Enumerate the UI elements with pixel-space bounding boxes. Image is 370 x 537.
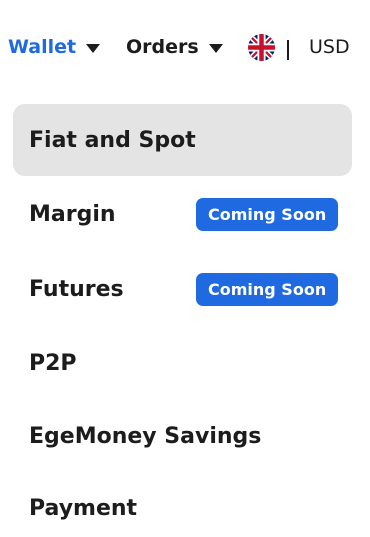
menu-item-fiat-and-spot[interactable]: Fiat and Spot (13, 104, 352, 176)
chevron-down-icon (86, 43, 101, 53)
menu-item-egemoney-savings[interactable]: EgeMoney Savings (13, 400, 352, 472)
chevron-down-icon (208, 43, 223, 53)
wallet-dropdown[interactable]: Wallet (8, 30, 101, 64)
wallet-menu-page: Wallet Orders USD Fiat and Spot Margin C… (0, 0, 370, 537)
wallet-label: Wallet (8, 36, 77, 58)
menu-item-payment[interactable]: Payment (13, 472, 352, 537)
menu-item-margin[interactable]: Margin Coming Soon (13, 178, 352, 250)
coming-soon-badge: Coming Soon (196, 197, 339, 231)
menu-item-label: Payment (29, 495, 138, 521)
menu-item-label: P2P (29, 350, 77, 376)
uk-flag-graphic (248, 34, 275, 61)
menu-item-futures[interactable]: Futures Coming Soon (13, 253, 352, 325)
uk-flag-icon[interactable] (248, 34, 275, 61)
currency-selector[interactable]: USD (309, 30, 350, 64)
nav-divider (287, 40, 289, 60)
menu-item-p2p[interactable]: P2P (13, 327, 352, 399)
orders-dropdown[interactable]: Orders (126, 30, 223, 64)
orders-label: Orders (126, 36, 199, 58)
coming-soon-badge: Coming Soon (196, 272, 339, 306)
menu-item-label: EgeMoney Savings (29, 423, 262, 449)
menu-item-label: Margin (29, 201, 116, 227)
currency-label: USD (309, 36, 350, 58)
menu-item-label: Fiat and Spot (29, 127, 196, 153)
top-nav: Wallet Orders USD (0, 30, 370, 64)
menu-item-label: Futures (29, 276, 124, 302)
